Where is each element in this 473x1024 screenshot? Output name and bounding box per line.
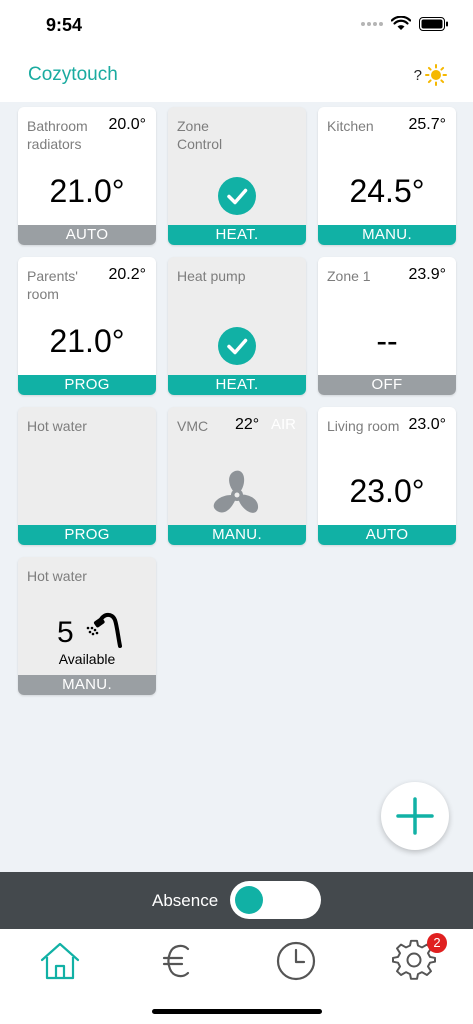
tile-name: Hot water <box>27 568 87 584</box>
absence-label: Absence <box>152 891 219 910</box>
current-temperature: 22° <box>235 416 260 433</box>
app-title: Cozytouch <box>28 64 118 85</box>
air-label: AIR <box>270 416 296 433</box>
current-temperature: 20.0° <box>108 116 146 133</box>
tab-consumption[interactable] <box>156 939 200 983</box>
mode-badge: AUTO <box>18 225 156 245</box>
app-header: Cozytouch ? <box>0 50 473 102</box>
tile-hot-water[interactable]: Hot water PROG <box>18 407 156 545</box>
current-temperature: 23.0° <box>408 416 446 433</box>
add-button[interactable] <box>381 782 449 850</box>
check-icon <box>218 177 256 215</box>
absence-bar: Absence <box>0 872 473 929</box>
tile-name: Bathroom radiators <box>27 118 88 152</box>
tile-kitchen[interactable]: Kitchen 25.7° 24.5° MANU. <box>318 107 456 245</box>
tile-name: Zone Control <box>177 118 223 152</box>
cellular-signal-icon <box>361 21 383 26</box>
tile-zone-1[interactable]: Zone 1 23.9° -- OFF <box>318 257 456 395</box>
current-temperature: 23.9° <box>408 266 446 283</box>
tab-home[interactable] <box>38 939 82 983</box>
tile-name: Living room <box>327 418 400 434</box>
toggle-knob <box>235 886 263 914</box>
setpoint-temperature: 21.0° <box>49 173 125 209</box>
setpoint-temperature: 23.0° <box>349 473 425 509</box>
mode-badge: OFF <box>318 375 456 395</box>
battery-icon <box>419 16 448 31</box>
tile-vmc[interactable]: VMC 22° AIR MANU. <box>168 407 306 545</box>
mode-badge: AUTO <box>318 525 456 545</box>
home-icon <box>40 942 80 980</box>
fan-icon <box>213 470 259 513</box>
mode-badge: HEAT. <box>168 225 306 245</box>
tile-name: Zone 1 <box>327 268 371 284</box>
current-temperature: 25.7° <box>408 116 446 133</box>
wifi-icon <box>391 16 411 30</box>
plus-icon <box>396 797 434 835</box>
home-indicator <box>152 1009 322 1014</box>
euro-icon <box>162 944 190 978</box>
mode-badge: PROG <box>18 525 156 545</box>
absence-toggle[interactable] <box>230 881 321 919</box>
weather-text: ? <box>413 66 422 84</box>
tile-zone-control[interactable]: Zone Control HEAT. <box>168 107 306 245</box>
mode-badge: PROG <box>18 375 156 395</box>
weather-indicator[interactable]: ? <box>414 64 447 86</box>
tile-hot-water-showers[interactable]: Hot water 5 Available MANU. <box>18 557 156 695</box>
available-label: Available <box>58 651 116 667</box>
status-time: 9:54 <box>46 15 83 35</box>
tile-name: Parents' room <box>27 268 78 302</box>
setpoint-temperature: 21.0° <box>49 323 125 359</box>
setpoint-temperature: -- <box>376 323 398 359</box>
tile-heat-pump[interactable]: Heat pump HEAT. <box>168 257 306 395</box>
setpoint-temperature: 24.5° <box>349 173 425 209</box>
clock-icon <box>276 941 316 981</box>
check-icon <box>218 327 256 365</box>
status-icons <box>361 16 449 31</box>
mode-badge: MANU. <box>168 525 306 545</box>
tile-name: Heat pump <box>177 268 246 284</box>
current-temperature: 20.2° <box>108 266 146 283</box>
tile-name: Hot water <box>27 418 87 434</box>
mode-badge: HEAT. <box>168 375 306 395</box>
shower-icon <box>86 612 122 648</box>
tile-bathroom-radiators[interactable]: Bathroom radiators 20.0° 21.0° AUTO <box>18 107 156 245</box>
settings-notification-badge: 2 <box>427 933 447 953</box>
shower-count: 5 <box>57 616 74 649</box>
mode-badge: MANU. <box>318 225 456 245</box>
tile-living-room[interactable]: Living room 23.0° 23.0° AUTO <box>318 407 456 545</box>
tile-name: Kitchen <box>327 118 374 134</box>
tab-schedule[interactable] <box>274 939 318 983</box>
sun-icon <box>425 64 447 86</box>
mode-badge: MANU. <box>18 675 156 695</box>
tile-parents-room[interactable]: Parents' room 20.2° 21.0° PROG <box>18 257 156 395</box>
status-bar: 9:54 <box>0 0 473 50</box>
